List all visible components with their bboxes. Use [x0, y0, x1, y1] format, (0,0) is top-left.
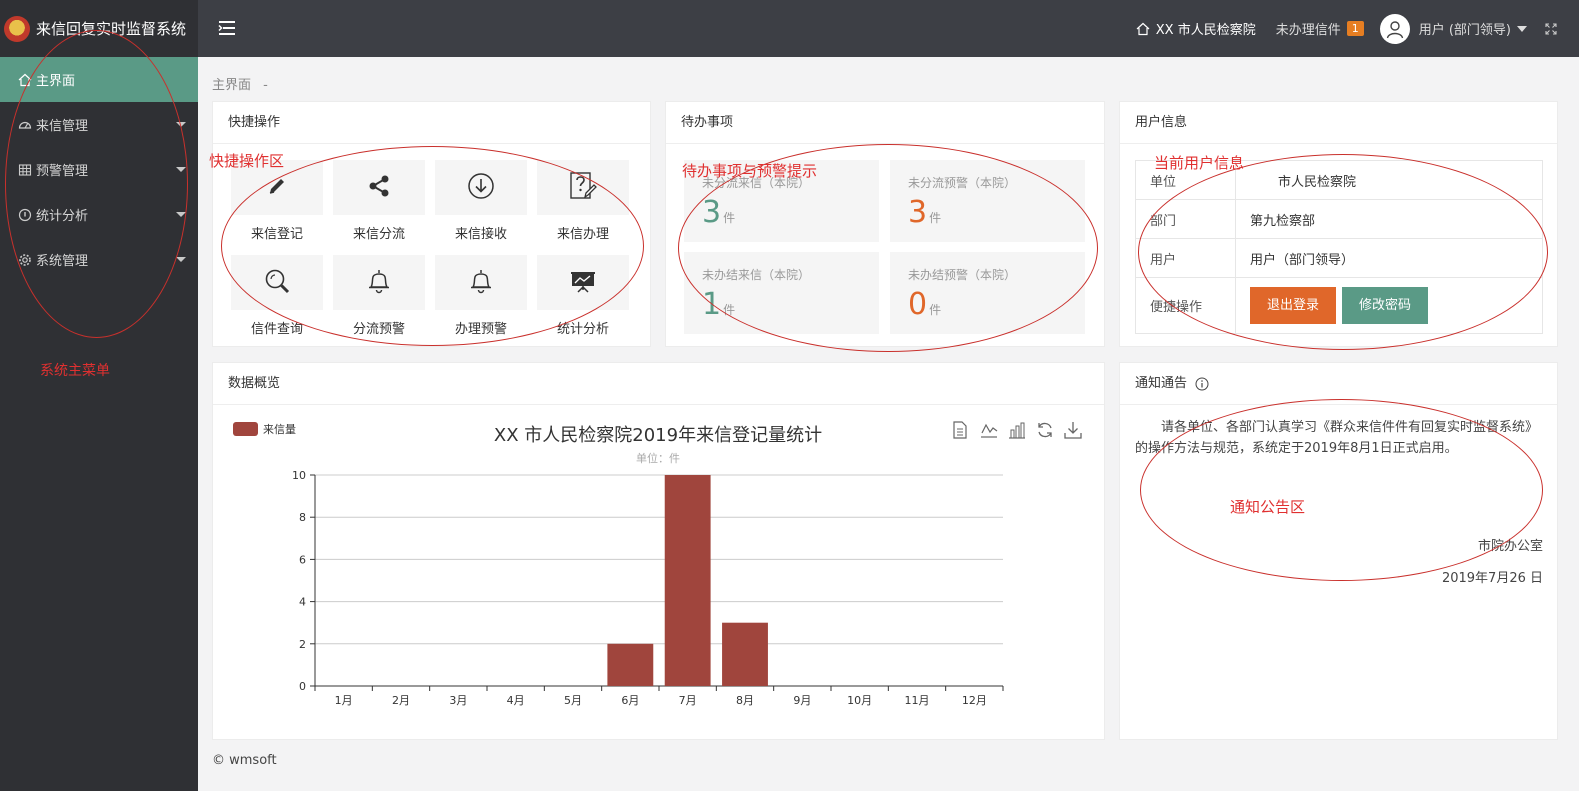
fullscreen-icon[interactable]: [1545, 22, 1557, 35]
avatar: [1379, 13, 1410, 44]
annotation-ellipse: [5, 30, 188, 338]
unread-label: 未办理信件: [1275, 23, 1341, 38]
notice-date: 2019年7月26 日: [1441, 571, 1543, 586]
annotation-quick-ops: 快捷操作区: [209, 152, 285, 170]
emblem-logo: [4, 15, 30, 42]
x-tick-label: 3月: [449, 694, 467, 707]
x-tick-label: 1月: [335, 694, 353, 707]
y-tick-label: 2: [299, 638, 306, 651]
x-tick-label: 6月: [621, 694, 639, 707]
notice-panel: 通知通告 请各单位、各部门认真学习《群众来信件件有回复实时监督系统》的操作方法与…: [1119, 362, 1558, 740]
sidebar: 来信回复实时监督系统 主界面 来信管理 预警管理 统计分析 系统管理 系统主菜单: [0, 0, 198, 791]
todo-panel: 待办事项 未分流来信（本院） 3件 未分流预警（本院） 3件 未办结来信（本院）…: [665, 101, 1105, 352]
y-tick-label: 10: [292, 469, 306, 482]
panel-title: 待办事项: [666, 102, 1104, 144]
annotation-ellipse: [1140, 399, 1543, 581]
user-name: 用户 (部门领导): [1418, 23, 1511, 38]
breadcrumb-home[interactable]: 主界面: [212, 78, 251, 93]
notice-title: 通知通告: [1135, 376, 1188, 391]
breadcrumb-separator: -: [263, 78, 268, 93]
unread-letters-link[interactable]: 未办理信件 1: [1276, 19, 1364, 38]
info-icon[interactable]: [1195, 377, 1209, 391]
menu-toggle-icon[interactable]: [218, 19, 236, 37]
x-tick-label: 12月: [962, 694, 987, 707]
user-menu[interactable]: 用户 (部门领导): [1379, 13, 1527, 44]
bar: [664, 475, 711, 686]
x-tick-label: 8月: [736, 694, 754, 707]
annotation-todo: 待办事项与预警提示: [682, 162, 818, 180]
breadcrumb: 主界面 -: [212, 74, 268, 93]
annotation-ellipse: [1138, 154, 1548, 350]
org-home-link[interactable]: XX 市人民检察院: [1136, 19, 1256, 38]
unread-badge: 1: [1346, 21, 1364, 36]
annotation-ellipse: [221, 146, 644, 346]
org-name: XX 市人民检察院: [1155, 23, 1256, 38]
home-icon: [1136, 22, 1150, 36]
bar-chart: 0 2 4 6 8 10 1月 2月 3月 4月 5月 6月 7月 8月 9月 10月 11月 12月: [292, 469, 1004, 707]
panel-title: 用户信息: [1120, 102, 1557, 144]
y-tick-label: 6: [299, 553, 306, 566]
annotation-main-menu: 系统主菜单: [40, 363, 110, 379]
x-tick-label: 4月: [507, 694, 525, 707]
x-tick-label: 10月: [847, 694, 872, 707]
panel-title: 快捷操作: [213, 102, 650, 144]
x-tick-label: 9月: [793, 694, 811, 707]
topbar: XX 市人民检察院 未办理信件 1 用户 (部门领导): [198, 0, 1579, 57]
footer-copyright: © wmsoft: [212, 753, 277, 768]
annotation-user-info: 当前用户信息: [1154, 154, 1245, 172]
chevron-down-icon: [176, 257, 186, 262]
x-tick-label: 11月: [905, 694, 930, 707]
annotation-notice: 通知公告区: [1230, 498, 1306, 516]
x-tick-label: 7月: [679, 694, 697, 707]
bar: [722, 622, 768, 686]
y-tick-label: 4: [299, 596, 306, 609]
y-tick-label: 8: [299, 511, 306, 524]
topbar-right: XX 市人民检察院 未办理信件 1 用户 (部门领导): [1136, 0, 1579, 57]
bar: [607, 643, 654, 686]
y-tick-label: 0: [299, 680, 306, 693]
quick-ops-panel: 快捷操作 来信登记 来信分流 来信接收 来信办理 信件查询 分流预警 办理预警: [209, 101, 651, 347]
data-overview-panel: 数据概览 来信量 XX 市人民检察院2019年来信登记量统计 单位：件 0246…: [212, 362, 1105, 740]
user-info-panel: 用户信息 单位 市人民检察院 部门 第九检察部 用户 用户（部门领导） 便捷操作…: [1119, 101, 1558, 350]
chevron-down-icon: [1517, 25, 1527, 32]
x-tick-label: 5月: [564, 694, 582, 707]
x-tick-label: 2月: [392, 694, 410, 707]
